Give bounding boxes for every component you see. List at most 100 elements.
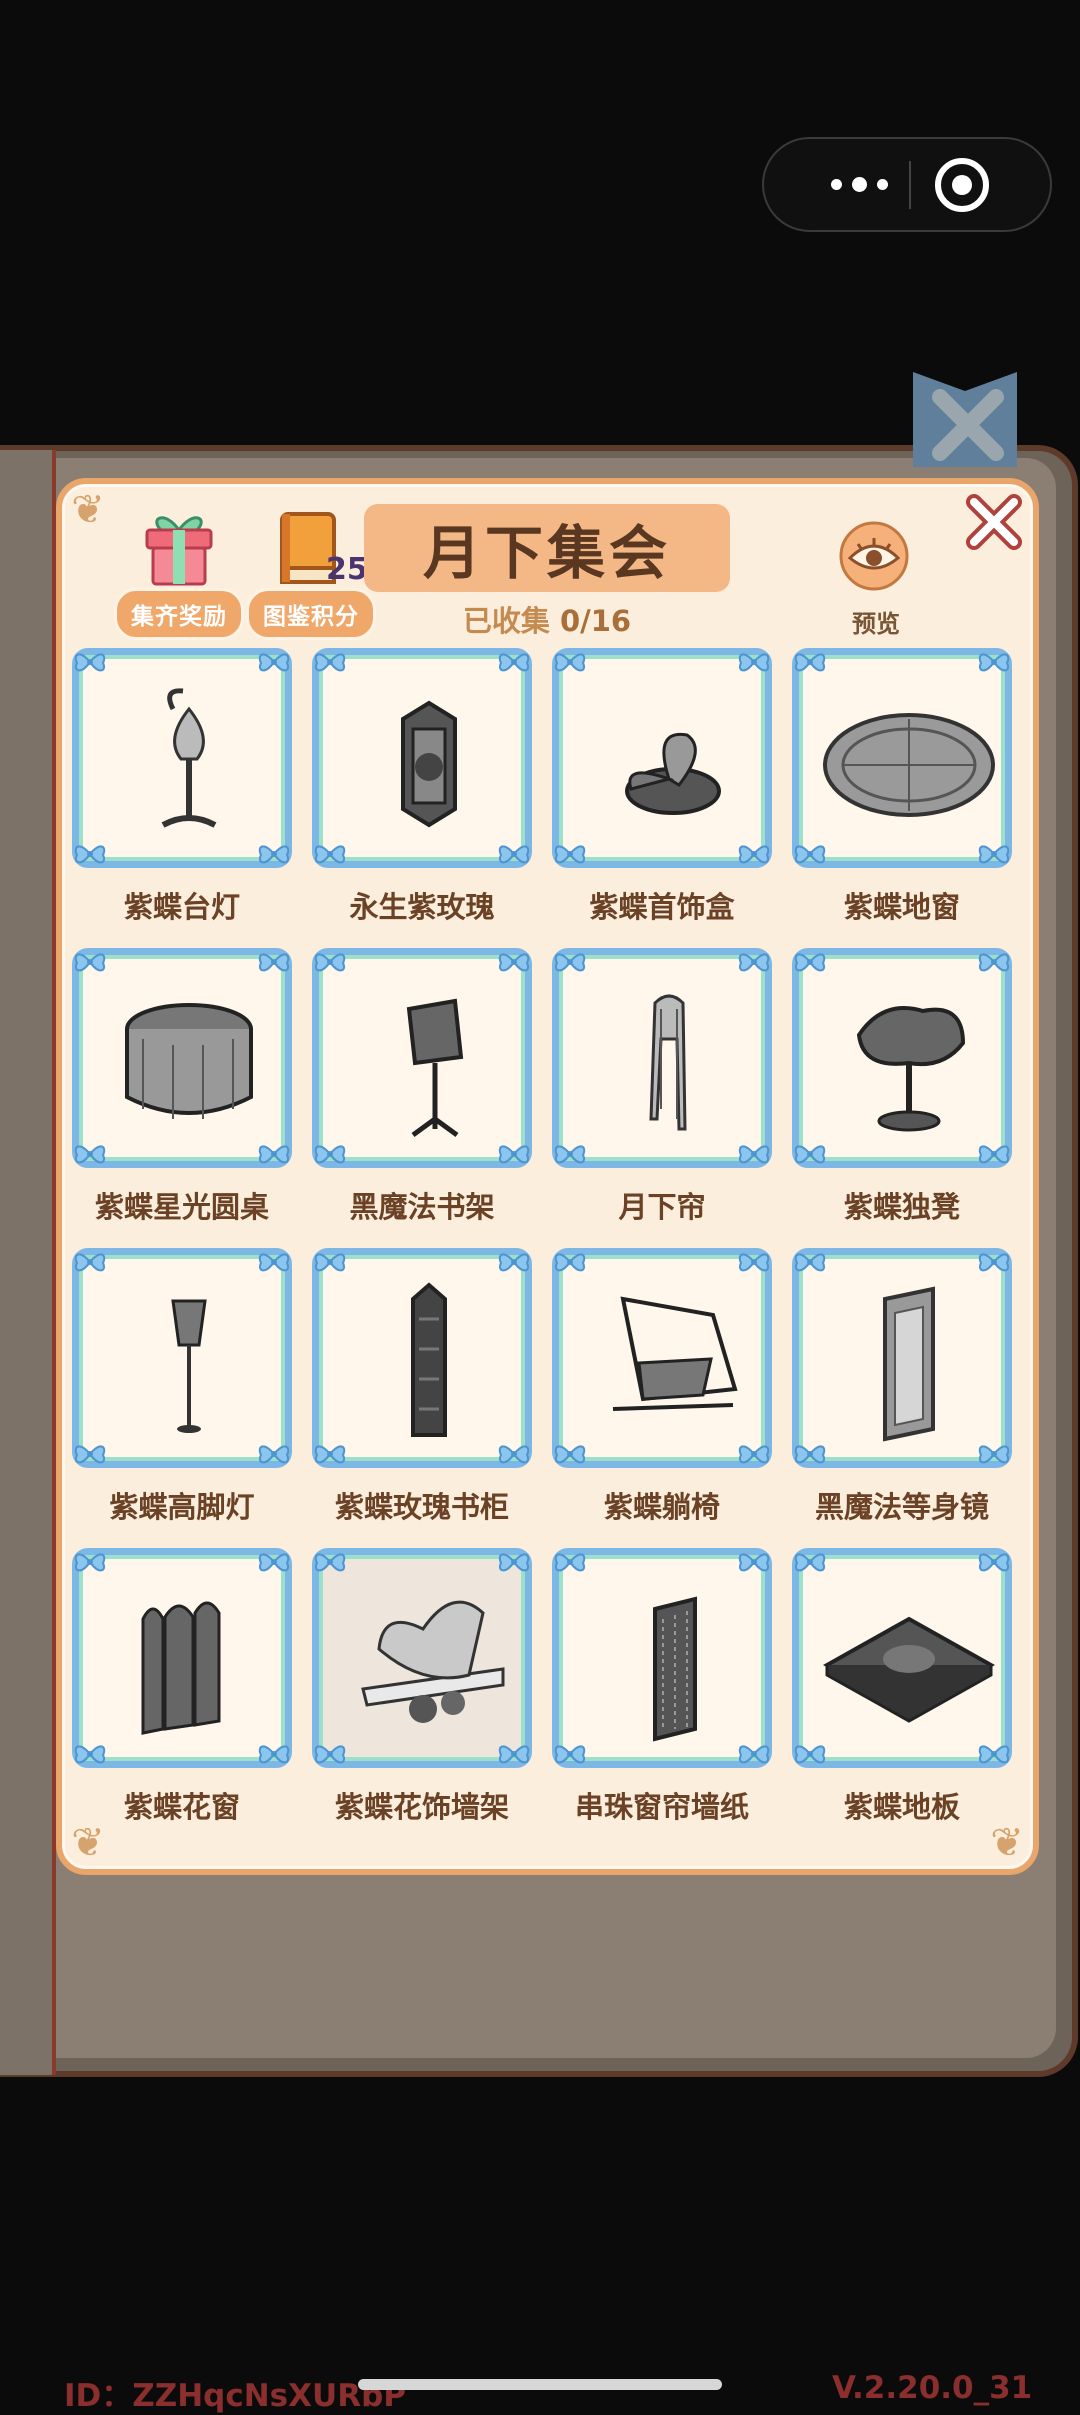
bow-decoration-icon xyxy=(311,1547,349,1577)
item-frame[interactable] xyxy=(792,1248,1012,1468)
item-frame[interactable] xyxy=(72,648,292,868)
book-stand-icon xyxy=(406,998,464,1138)
floor-tile-icon xyxy=(823,1616,995,1723)
collect-reward-button[interactable]: 集齐奖励 xyxy=(114,508,244,640)
bow-decoration-icon xyxy=(975,1247,1013,1277)
item-frame[interactable] xyxy=(792,948,1012,1168)
rose-lantern-icon xyxy=(401,700,457,828)
collected-label: 已收集 xyxy=(462,604,550,638)
item-frame[interactable] xyxy=(552,1548,772,1768)
item-name: 紫蝶花饰墙架 xyxy=(334,1790,509,1824)
item-frame[interactable] xyxy=(312,948,532,1168)
item-name: 紫蝶首饰盒 xyxy=(589,890,735,924)
bow-decoration-icon xyxy=(71,1247,109,1277)
mirror-icon xyxy=(883,1286,935,1442)
item-frame[interactable] xyxy=(72,1548,292,1768)
wall-shelf-icon xyxy=(361,1600,505,1723)
item-frame[interactable] xyxy=(312,648,532,868)
bookcase-icon xyxy=(411,1282,447,1437)
corner-ornament-icon: ❦ xyxy=(71,487,105,533)
collection-item[interactable]: 紫蝶地窗 xyxy=(792,648,1012,948)
collection-item[interactable]: 黑魔法书架 xyxy=(312,948,532,1248)
bow-decoration-icon xyxy=(735,1547,773,1577)
bow-decoration-icon xyxy=(311,647,349,677)
item-frame[interactable] xyxy=(312,1248,532,1468)
collection-item[interactable]: 月下帘 xyxy=(552,948,772,1248)
bow-decoration-icon xyxy=(735,947,773,977)
item-name: 月下帘 xyxy=(618,1190,706,1224)
item-name: 紫蝶台灯 xyxy=(123,890,240,924)
bow-decoration-icon xyxy=(791,647,829,677)
collection-item[interactable]: 紫蝶花饰墙架 xyxy=(312,1548,532,1848)
collection-points-label: 图鉴积分 xyxy=(246,588,376,640)
item-name: 紫蝶高脚灯 xyxy=(109,1490,255,1524)
item-frame[interactable] xyxy=(792,648,1012,868)
bow-decoration-icon xyxy=(311,947,349,977)
item-frame[interactable] xyxy=(552,948,772,1168)
more-menu-icon[interactable] xyxy=(804,139,914,230)
bow-decoration-icon xyxy=(255,647,293,677)
player-id: ID：ZZHqcNsXURbP xyxy=(64,2378,406,2414)
home-indicator[interactable] xyxy=(358,2379,722,2390)
collection-item[interactable]: 紫蝶独凳 xyxy=(792,948,1012,1248)
item-frame[interactable] xyxy=(72,948,292,1168)
item-frame[interactable] xyxy=(552,648,772,868)
collection-item[interactable]: 紫蝶台灯 xyxy=(72,648,292,948)
preview-eye-icon[interactable] xyxy=(838,520,910,592)
bow-decoration-icon xyxy=(255,1547,293,1577)
bookmark-x-icon xyxy=(932,389,1004,461)
mini-program-capsule xyxy=(762,137,1052,232)
collection-item[interactable]: 紫蝶首饰盒 xyxy=(552,648,772,948)
collection-item[interactable]: 紫蝶地板 xyxy=(792,1548,1012,1848)
bow-decoration-icon xyxy=(311,1247,349,1277)
floor-lamp-icon xyxy=(171,1299,207,1433)
bow-decoration-icon xyxy=(71,947,109,977)
screen-window-icon xyxy=(141,1601,221,1735)
item-frame[interactable] xyxy=(312,1548,532,1768)
collection-item[interactable]: 紫蝶玫瑰书柜 xyxy=(312,1248,532,1548)
jewelry-box-icon xyxy=(625,732,721,815)
bow-decoration-icon xyxy=(975,947,1013,977)
collection-item[interactable]: 永生紫玫瑰 xyxy=(312,648,532,948)
bow-decoration-icon xyxy=(791,1547,829,1577)
item-name: 紫蝶独凳 xyxy=(843,1190,960,1224)
collection-item[interactable]: 紫蝶星光圆桌 xyxy=(72,948,292,1248)
collection-points-button[interactable]: 25 图鉴积分 xyxy=(246,508,376,640)
item-name: 紫蝶玫瑰书柜 xyxy=(334,1490,509,1524)
bow-decoration-icon xyxy=(735,1247,773,1277)
version-label: V.2.20.0_31 xyxy=(832,2370,1033,2406)
item-name: 黑魔法等身镜 xyxy=(814,1490,989,1524)
collection-item[interactable]: 紫蝶高脚灯 xyxy=(72,1248,292,1548)
bow-decoration-icon xyxy=(551,1547,589,1577)
close-miniprogram-icon[interactable] xyxy=(932,155,992,215)
collection-item[interactable]: 紫蝶躺椅 xyxy=(552,1248,772,1548)
item-frame[interactable] xyxy=(792,1548,1012,1768)
bow-decoration-icon xyxy=(255,1247,293,1277)
gift-icon xyxy=(145,516,213,586)
item-name: 串珠窗帘墙纸 xyxy=(574,1790,749,1824)
item-frame[interactable] xyxy=(552,1248,772,1468)
item-name: 永生紫玫瑰 xyxy=(349,890,495,924)
bow-decoration-icon xyxy=(71,1547,109,1577)
preview-label: 预览 xyxy=(852,610,900,638)
points-value: 25 xyxy=(326,552,368,587)
curtain-icon xyxy=(649,994,687,1131)
bow-decoration-icon xyxy=(791,1247,829,1277)
bow-decoration-icon xyxy=(495,1547,533,1577)
item-name: 紫蝶躺椅 xyxy=(603,1490,720,1524)
bow-decoration-icon xyxy=(735,647,773,677)
collection-item[interactable]: 紫蝶花窗 xyxy=(72,1548,292,1848)
bow-decoration-icon xyxy=(71,647,109,677)
collection-item[interactable]: 串珠窗帘墙纸 xyxy=(552,1548,772,1848)
bow-decoration-icon xyxy=(791,947,829,977)
bead-wallpaper-icon xyxy=(653,1596,697,1742)
stool-icon xyxy=(856,1006,966,1132)
item-name: 紫蝶地板 xyxy=(843,1790,960,1824)
collection-item[interactable]: 黑魔法等身镜 xyxy=(792,1248,1012,1548)
collection-title: 月下集会 xyxy=(422,519,671,587)
item-frame[interactable] xyxy=(72,1248,292,1468)
bow-decoration-icon xyxy=(975,1547,1013,1577)
bow-decoration-icon xyxy=(551,947,589,977)
bow-decoration-icon xyxy=(551,1247,589,1277)
close-icon[interactable] xyxy=(962,490,1026,554)
